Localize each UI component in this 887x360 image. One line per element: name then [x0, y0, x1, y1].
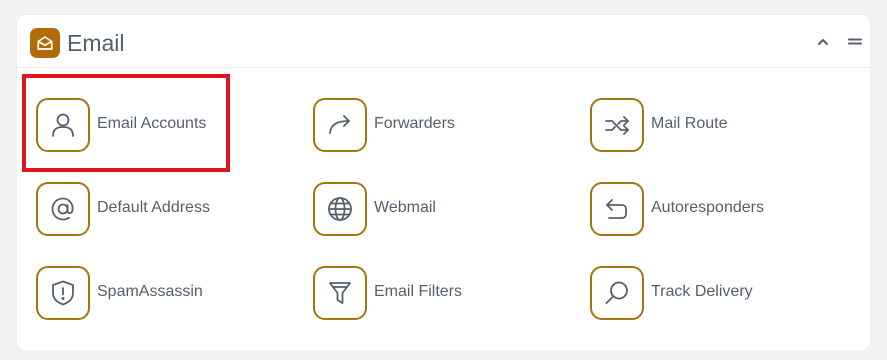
menu-lines-icon[interactable] — [845, 32, 865, 52]
tile-label: Track Delivery — [651, 283, 753, 300]
tile-label: Mail Route — [651, 115, 728, 132]
tile-label: Forwarders — [374, 115, 455, 132]
mail-envelope-icon — [30, 28, 60, 58]
at-sign-icon — [36, 182, 90, 236]
tile-label: Autoresponders — [651, 199, 764, 216]
panel-title: Email — [67, 30, 125, 56]
chevron-up-icon[interactable] — [813, 32, 833, 52]
route-arrows-icon — [590, 98, 644, 152]
forward-arrow-icon — [313, 98, 367, 152]
search-icon — [590, 266, 644, 320]
tile-label: Email Filters — [374, 283, 463, 300]
user-icon — [36, 98, 90, 152]
panel-header: Email — [17, 15, 870, 68]
filter-funnel-icon — [313, 266, 367, 320]
tile-label: Webmail — [374, 199, 436, 216]
tile-label: Default Address — [97, 199, 210, 216]
tile-label: SpamAssassin — [97, 283, 203, 300]
globe-icon — [313, 182, 367, 236]
shield-alert-icon — [36, 266, 90, 320]
return-arrow-icon — [590, 182, 644, 236]
tile-label: Email Accounts — [97, 115, 207, 132]
